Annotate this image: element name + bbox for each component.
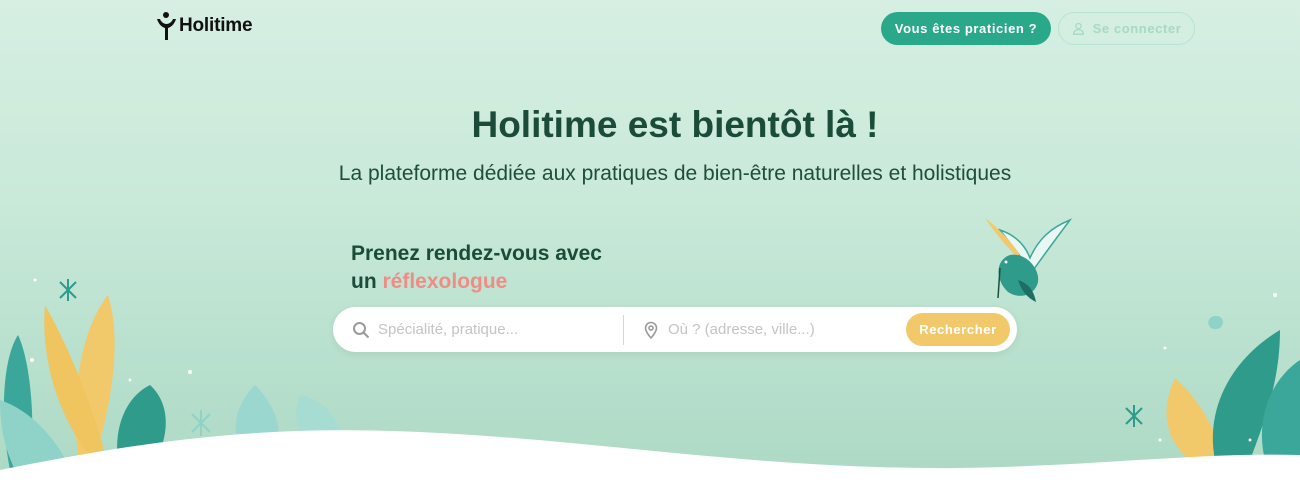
booking-heading: Prenez rendez-vous avec un réflexologue — [351, 240, 602, 296]
location-pin-icon — [644, 321, 658, 339]
logo-text: Holitime — [179, 15, 253, 36]
booking-line1: Prenez rendez-vous avec — [351, 242, 602, 265]
search-icon — [353, 321, 370, 338]
logo[interactable]: Holitime — [155, 11, 253, 41]
specialty-field — [352, 307, 622, 352]
practitioner-button[interactable]: Vous êtes praticien ? — [881, 12, 1051, 45]
specialty-input[interactable] — [378, 321, 608, 338]
booking-prefix: un — [351, 270, 377, 293]
location-input[interactable] — [668, 321, 898, 338]
search-bar: Rechercher — [333, 307, 1017, 352]
search-divider — [623, 315, 624, 345]
login-button[interactable]: Se connecter — [1058, 12, 1195, 45]
search-button[interactable]: Rechercher — [906, 313, 1010, 346]
practice-highlight: réflexologue — [382, 270, 508, 293]
logo-mark-icon — [157, 12, 176, 40]
user-icon — [1072, 22, 1084, 35]
location-field — [642, 307, 902, 352]
login-label: Se connecter — [1092, 21, 1182, 36]
page-title: Holitime est bientôt là ! — [471, 104, 879, 145]
page-subtitle: La plateforme dédiée aux pratiques de bi… — [338, 162, 1012, 185]
bottom-wave — [0, 430, 1300, 503]
